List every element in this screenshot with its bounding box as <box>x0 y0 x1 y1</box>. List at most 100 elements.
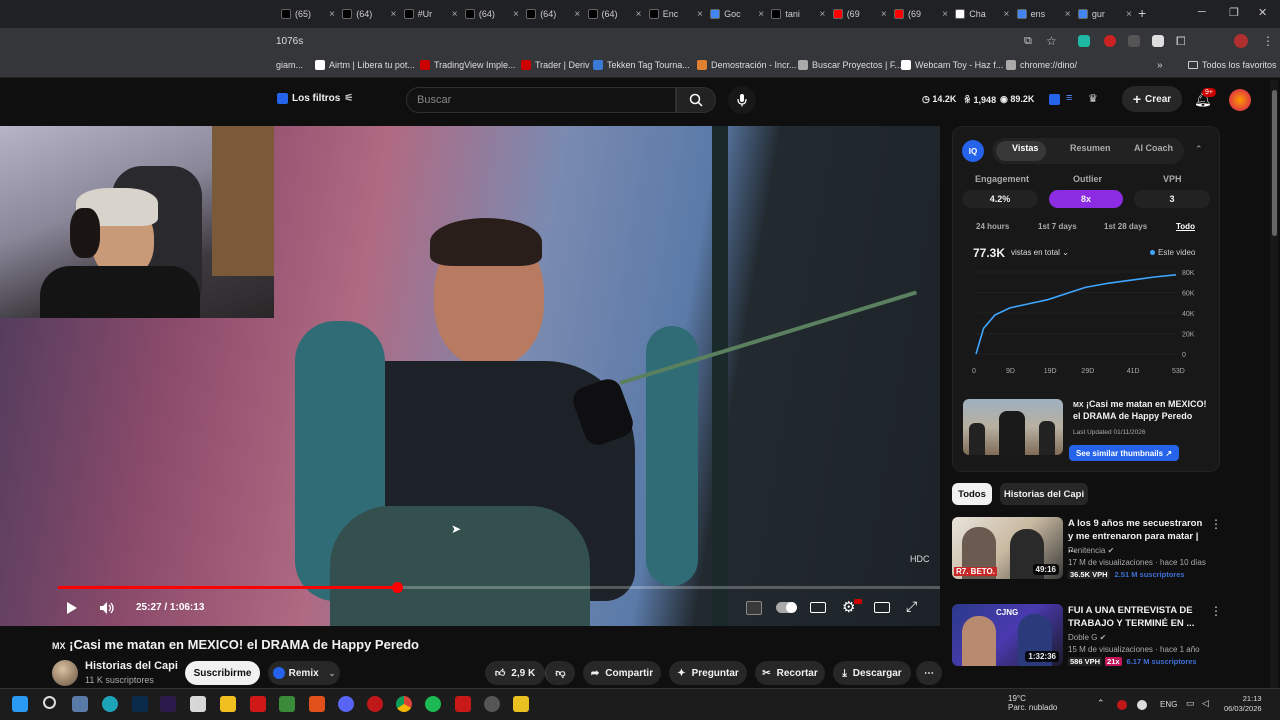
cast-icon[interactable]: ⧉ <box>1024 35 1032 48</box>
close-tab-icon[interactable]: × <box>636 9 642 20</box>
weather-widget[interactable]: 19°C Parc. nublado <box>1008 694 1057 712</box>
recommendation-channel[interactable]: Doble G ✔ <box>1068 633 1106 642</box>
browser-tab[interactable]: #Ur × <box>403 4 458 24</box>
extension-icon[interactable] <box>1104 35 1116 47</box>
close-tab-icon[interactable]: × <box>881 9 887 20</box>
close-tab-icon[interactable]: × <box>942 9 948 20</box>
taskbar-app-icon[interactable] <box>367 696 383 712</box>
url-text[interactable]: 1076s <box>276 36 303 47</box>
browser-tab[interactable]: (69 × <box>894 4 948 24</box>
minimize-button[interactable]: ─ <box>1198 6 1206 18</box>
bookmark-item[interactable]: Demostración - Incr... <box>697 60 797 70</box>
bookmarks-overflow-icon[interactable]: » <box>1157 60 1163 71</box>
tab-ai-coach[interactable]: AI Coach <box>1134 143 1173 153</box>
tray-chevron-icon[interactable]: ⌃ <box>1097 698 1105 709</box>
recommendation-item[interactable]: R7. BETO. 49:16 A los 9 años me secuestr… <box>952 517 1228 583</box>
theater-mode-icon[interactable] <box>874 602 890 613</box>
video-progress-bar[interactable] <box>58 582 940 593</box>
close-tab-icon[interactable]: × <box>574 9 580 20</box>
windows-start-icon[interactable] <box>12 696 28 712</box>
extensions-puzzle-icon[interactable]: ⧠ <box>1176 34 1186 49</box>
dislike-button[interactable]: 👎︎ <box>545 661 575 685</box>
tray-app-icon[interactable] <box>1117 700 1127 710</box>
close-tab-icon[interactable]: × <box>1126 9 1132 20</box>
channel-avatar[interactable] <box>52 660 78 686</box>
close-tab-icon[interactable]: × <box>820 9 826 20</box>
search-button[interactable] <box>676 87 716 113</box>
browser-menu-icon[interactable]: ⋮ <box>1262 34 1274 48</box>
close-tab-icon[interactable]: × <box>452 9 458 20</box>
deriv-icon[interactable] <box>250 696 266 712</box>
maximize-button[interactable]: ❐ <box>1229 6 1239 19</box>
bookmark-item[interactable]: Buscar Proyectos | F... <box>798 60 902 70</box>
bookmark-item[interactable]: chrome://dino/ <box>1006 60 1077 70</box>
more-options-icon[interactable]: ⋮ <box>1210 517 1222 531</box>
close-tab-icon[interactable]: × <box>390 9 396 20</box>
browser-tab[interactable]: (64) × <box>342 4 396 24</box>
close-tab-icon[interactable]: × <box>758 9 764 20</box>
bookmark-item[interactable]: TradingView Imple... <box>420 60 516 70</box>
close-tab-icon[interactable]: × <box>329 9 335 20</box>
extension-icon[interactable] <box>1078 35 1090 47</box>
browser-tab[interactable]: Goc × <box>710 4 764 24</box>
range-all[interactable]: Todo <box>1176 222 1195 231</box>
more-options-icon[interactable]: ⋮ <box>1210 604 1222 618</box>
close-tab-icon[interactable]: × <box>513 9 519 20</box>
more-actions-button[interactable]: ⋯ <box>916 661 942 685</box>
volume-button[interactable] <box>98 600 116 616</box>
browser-tab[interactable]: (69 × <box>832 4 887 24</box>
range-24h[interactable]: 24 hours <box>976 222 1009 231</box>
vidiq-toggle-icon[interactable] <box>1049 94 1060 105</box>
share-button[interactable]: ➦ Compartir <box>583 661 661 685</box>
taskbar-app-icon[interactable] <box>513 696 529 712</box>
taskbar-app-icon[interactable] <box>190 696 206 712</box>
see-similar-thumbnails-button[interactable]: See similar thumbnails ↗ <box>1069 445 1179 461</box>
photoshop-icon[interactable] <box>132 696 148 712</box>
brave-icon[interactable] <box>309 696 325 712</box>
chip-all[interactable]: Todos <box>952 483 992 505</box>
subtitles-icon[interactable] <box>810 602 826 613</box>
browser-tab[interactable]: (64) × <box>587 4 642 24</box>
achievement-icon[interactable]: ♛ <box>1088 92 1098 105</box>
vidiq-list-icon[interactable]: ≡ <box>1066 92 1072 104</box>
spotify-icon[interactable] <box>425 696 441 712</box>
bookmark-item[interactable]: Webcam Toy - Haz f... <box>901 60 1003 70</box>
collapse-chevron-icon[interactable]: ⌃ <box>1195 144 1203 155</box>
close-tab-icon[interactable]: × <box>697 9 703 20</box>
account-avatar[interactable] <box>1229 89 1251 111</box>
autoplay-toggle[interactable] <box>776 602 797 613</box>
bookmark-star-icon[interactable]: ☆ <box>1046 34 1057 48</box>
channel-name[interactable]: Historias del Capi <box>85 660 178 672</box>
download-button[interactable]: ⤓ Descargar <box>833 661 911 685</box>
browser-tab[interactable]: (64) × <box>464 4 519 24</box>
bookmark-item[interactable]: Tekken Tag Tourna... <box>593 60 690 70</box>
bookmark-item[interactable]: Airtm | Libera tu pot... <box>315 60 415 70</box>
progress-scrubber[interactable] <box>391 582 403 593</box>
browser-tab[interactable]: (65) × <box>281 4 335 24</box>
tab-resumen[interactable]: Resumen <box>1070 143 1111 153</box>
recommendation-thumbnail[interactable]: R7. BETO. 49:16 <box>952 517 1063 579</box>
tab-vistas[interactable]: Vistas <box>1012 143 1038 153</box>
taskbar-app-icon[interactable] <box>72 696 88 712</box>
language-indicator[interactable]: ENG <box>1160 700 1177 709</box>
play-button[interactable] <box>64 600 80 616</box>
volume-tray-icon[interactable]: ◁ <box>1202 698 1209 709</box>
vidiq-card-thumbnail[interactable] <box>963 399 1063 455</box>
all-bookmarks[interactable]: Todos los favoritos <box>1188 60 1277 70</box>
browser-tab[interactable]: (64) × <box>526 4 580 24</box>
range-28d[interactable]: 1st 28 days <box>1104 222 1147 231</box>
minecraft-icon[interactable] <box>279 696 295 712</box>
browser-tab[interactable]: Enc × <box>648 4 703 24</box>
remix-button[interactable]: Remix ⌄ <box>268 661 340 685</box>
system-clock[interactable]: 21:13 06/03/2026 <box>1224 694 1262 714</box>
voice-search-button[interactable] <box>728 86 756 114</box>
recommendation-thumbnail[interactable]: CJNG 1:32:36 <box>952 604 1063 666</box>
extension-icon[interactable] <box>1152 35 1164 47</box>
taskbar-app-icon[interactable] <box>220 696 236 712</box>
browser-tab[interactable]: tani × <box>771 4 825 24</box>
scrollbar-thumb[interactable] <box>1272 90 1277 236</box>
close-tab-icon[interactable]: × <box>1065 9 1071 20</box>
vidiq-player-icon[interactable] <box>746 601 762 615</box>
taskbar-app-icon[interactable] <box>455 696 471 712</box>
create-button[interactable]: + Crear <box>1122 86 1182 112</box>
